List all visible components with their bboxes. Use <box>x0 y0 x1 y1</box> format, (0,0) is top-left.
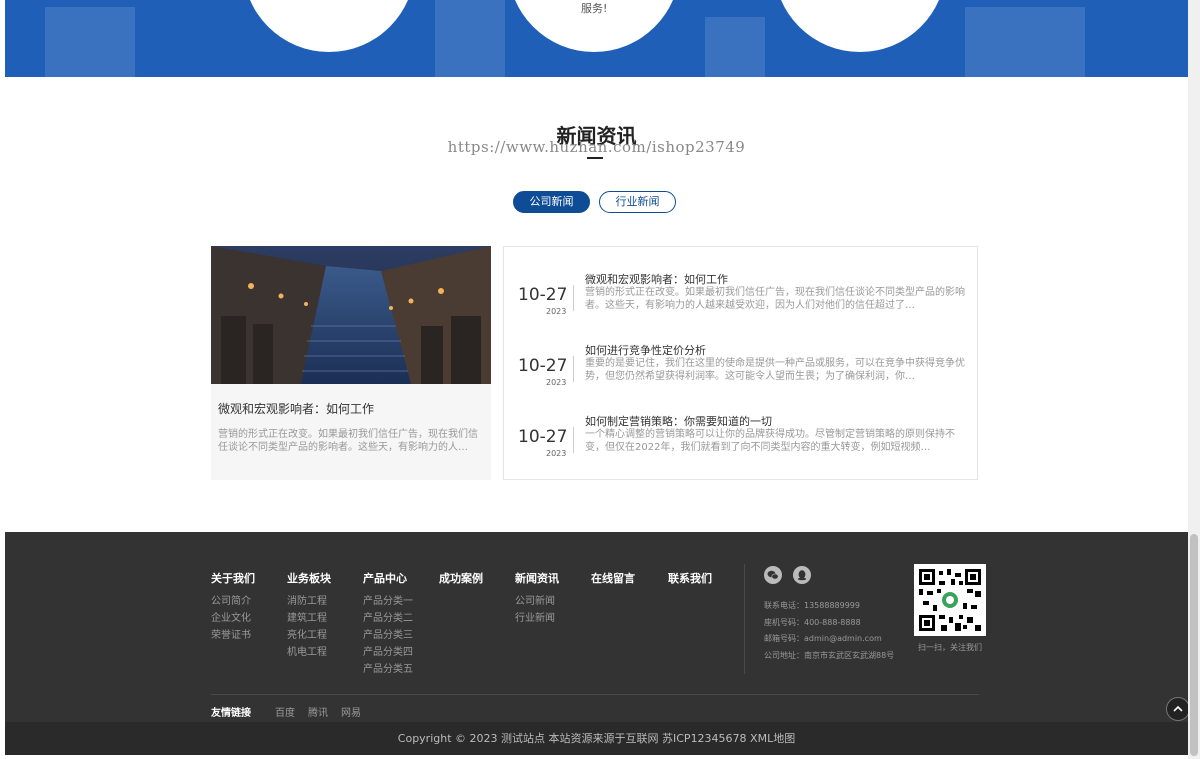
footer-link[interactable]: 消防工程 <box>287 593 331 610</box>
news-day: 10-27 <box>518 285 568 305</box>
tab-industry-news[interactable]: 行业新闻 <box>599 191 676 213</box>
news-list-item[interactable]: 10-27 2023 如何进行竞争性定价分析 重要的是要记住，我们在这里的使命是… <box>504 342 979 412</box>
service-circle[interactable] <box>243 0 415 52</box>
footer-link[interactable]: 产品分类二 <box>363 610 413 627</box>
friend-links-heading: 友情链接 <box>211 708 251 719</box>
news-desc: 营销的形式正在改变。如果最初我们信任广告，现在我们信任谈论不同类型产品的影响者。… <box>585 287 965 311</box>
footer-heading[interactable]: 在线留言 <box>591 570 635 586</box>
footer-col-business: 业务板块 消防工程 建筑工程 亮化工程 机电工程 <box>287 570 331 661</box>
footer-link[interactable]: 机电工程 <box>287 644 331 661</box>
footer-col-about: 关于我们 公司简介 企业文化 荣誉证书 <box>211 570 255 644</box>
footer-col-cases: 成功案例 <box>439 570 483 593</box>
footer-heading[interactable]: 业务板块 <box>287 570 331 586</box>
contact-landline: 座机号码：400-888-8888 <box>764 617 861 627</box>
banner-building <box>45 7 135 77</box>
footer-link[interactable]: 亮化工程 <box>287 627 331 644</box>
footer-link[interactable]: 建筑工程 <box>287 610 331 627</box>
news-day: 10-27 <box>518 356 568 376</box>
news-list: 10-27 2023 微观和宏观影响者：如何工作 营销的形式正在改变。如果最初我… <box>503 246 978 480</box>
friend-link[interactable]: 腾讯 <box>308 704 328 719</box>
news-year: 2023 <box>546 449 567 458</box>
title-underline <box>587 157 603 159</box>
footer-col-message: 在线留言 <box>591 570 635 593</box>
footer-link[interactable]: 产品分类三 <box>363 627 413 644</box>
featured-news-image[interactable] <box>211 246 491 384</box>
news-day: 10-27 <box>518 427 568 447</box>
service-circle[interactable] <box>774 0 946 52</box>
news-year: 2023 <box>546 378 567 387</box>
date-divider <box>573 285 574 311</box>
contact-phone: 联系电话：13588889999 <box>764 601 860 610</box>
footer-link[interactable]: 产品分类五 <box>363 661 413 678</box>
footer-link[interactable]: 企业文化 <box>211 610 255 627</box>
banner-building <box>965 7 1085 77</box>
contact-address: 公司地址：南京市玄武区玄武湖88号 <box>764 650 895 660</box>
footer-heading[interactable]: 关于我们 <box>211 570 255 586</box>
friend-link[interactable]: 百度 <box>275 704 295 719</box>
footer-link[interactable]: 公司简介 <box>211 593 255 610</box>
featured-news-card[interactable]: 微观和宏观影响者：如何工作 营销的形式正在改变。如果最初我们信任广告，现在我们信… <box>211 246 491 480</box>
news-list-item[interactable]: 10-27 2023 如何制定营销策略：你需要知道的一切 一个精心调整的营销策略… <box>504 413 979 483</box>
banner-building <box>705 17 765 77</box>
contact-email: 邮箱号码：admin@admin.com <box>764 634 882 643</box>
chevron-up-icon <box>1173 705 1183 712</box>
services-banner: 服务! <box>5 0 1188 77</box>
footer-col-contact: 联系我们 <box>668 570 712 593</box>
back-to-top-button[interactable] <box>1166 697 1190 721</box>
qq-icon[interactable] <box>793 566 811 584</box>
footer-separator <box>211 694 979 695</box>
footer-link[interactable]: 产品分类四 <box>363 644 413 661</box>
watermark-text: https://www.huzhan.com/ishop23749 <box>447 138 746 156</box>
footer-link[interactable]: 行业新闻 <box>515 610 559 627</box>
footer-link[interactable]: 公司新闻 <box>515 593 559 610</box>
qr-caption: 扫一扫，关注我们 <box>918 643 982 652</box>
friend-link[interactable]: 网易 <box>341 704 361 719</box>
contact-info: 联系电话：13588889999 座机号码：400-888-8888 邮箱号码：… <box>764 598 894 664</box>
news-title[interactable]: 如何进行竞争性定价分析 <box>585 342 706 358</box>
footer-col-products: 产品中心 产品分类一 产品分类二 产品分类三 产品分类四 产品分类五 <box>363 570 413 678</box>
footer-link[interactable]: 产品分类一 <box>363 593 413 610</box>
footer-heading[interactable]: 新闻资讯 <box>515 570 559 586</box>
news-year: 2023 <box>546 307 567 316</box>
footer-heading[interactable]: 产品中心 <box>363 570 413 586</box>
news-desc: 一个精心调整的营销策略可以让你的品牌获得成功。尽管制定营销策略的原则保持不变，但… <box>585 429 955 453</box>
qr-code-image <box>919 569 981 631</box>
featured-news-desc: 营销的形式正在改变。如果最初我们信任广告，现在我们信任谈论不同类型产品的影响者。… <box>218 429 478 453</box>
scrollbar-thumb[interactable] <box>1190 534 1198 756</box>
page: 服务! 新闻资讯 https://www.huzhan.com/ishop237… <box>5 0 1193 759</box>
banner-building <box>435 0 505 77</box>
street-night-illustration <box>211 246 491 384</box>
news-title[interactable]: 微观和宏观影响者：如何工作 <box>585 271 728 287</box>
featured-news-title[interactable]: 微观和宏观影响者：如何工作 <box>218 400 374 417</box>
qr-code <box>914 564 986 636</box>
site-footer: 关于我们 公司简介 企业文化 荣誉证书 业务板块 消防工程 建筑工程 亮化工程 … <box>5 532 1188 722</box>
news-list-item[interactable]: 10-27 2023 微观和宏观影响者：如何工作 营销的形式正在改变。如果最初我… <box>504 271 979 341</box>
wechat-icon[interactable] <box>764 566 782 584</box>
news-title[interactable]: 如何制定营销策略：你需要知道的一切 <box>585 413 772 429</box>
footer-col-news: 新闻资讯 公司新闻 行业新闻 <box>515 570 559 627</box>
footer-heading[interactable]: 成功案例 <box>439 570 483 586</box>
date-divider <box>573 427 574 453</box>
footer-link[interactable]: 荣誉证书 <box>211 627 255 644</box>
tab-company-news[interactable]: 公司新闻 <box>513 191 590 213</box>
footer-heading[interactable]: 联系我们 <box>668 570 712 586</box>
date-divider <box>573 356 574 382</box>
footer-divider <box>744 564 745 674</box>
service-text: 服务! <box>581 2 608 15</box>
news-desc: 重要的是要记住，我们在这里的使命是提供一种产品或服务，可以在竞争中获得竞争优势，… <box>585 358 965 382</box>
copyright-bar: Copyright © 2023 测试站点 本站资源来源于互联网 苏ICP123… <box>5 722 1188 755</box>
